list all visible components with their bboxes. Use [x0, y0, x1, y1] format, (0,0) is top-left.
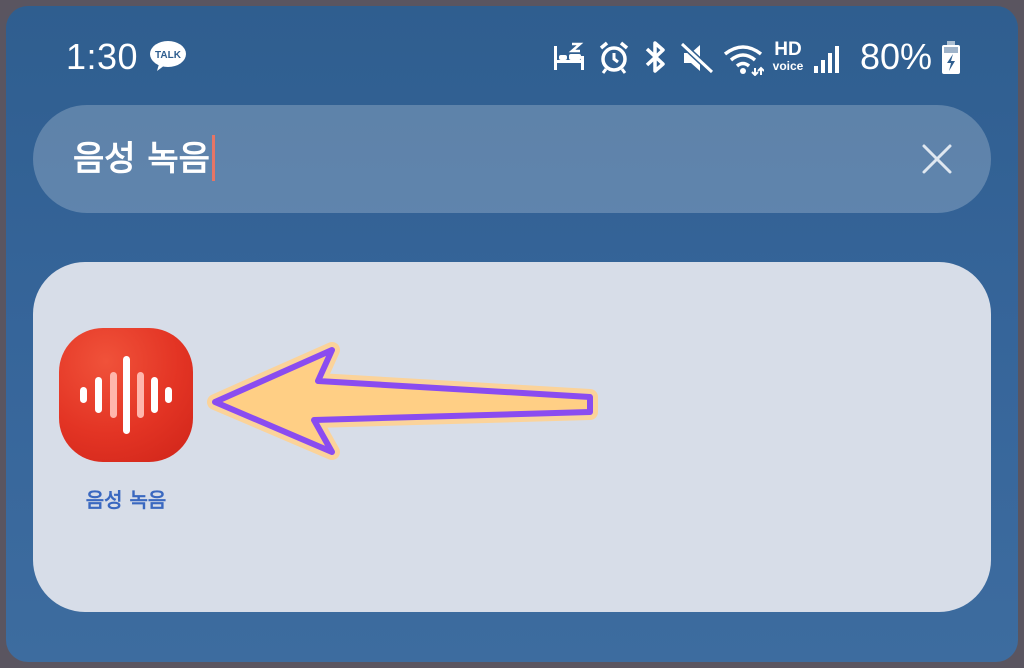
phone-screen: 1:30 TALK HD voice 80% 음성 녹음 음성 녹음 — [6, 6, 1018, 662]
bluetooth-icon — [645, 41, 665, 73]
voice-recorder-app-icon[interactable] — [59, 328, 193, 462]
battery-percentage: 80% — [859, 36, 932, 77]
hd-label: HD — [774, 39, 802, 60]
app-result-voice-recorder[interactable]: 음성 녹음 — [59, 328, 195, 513]
kakaotalk-icon: TALK — [150, 41, 186, 71]
signal-icon — [814, 46, 839, 73]
voice-label: voice — [772, 59, 804, 73]
close-icon[interactable] — [921, 143, 953, 175]
search-query: 음성 녹음 — [73, 139, 210, 179]
hd-voice-icon: HD voice — [770, 40, 806, 76]
status-time: 1:30 — [66, 36, 139, 77]
wifi-icon — [723, 45, 764, 76]
search-input[interactable]: 음성 녹음 — [73, 133, 215, 185]
sleep-mode-icon — [554, 42, 584, 70]
waveform-icon — [80, 356, 172, 434]
alarm-icon — [599, 41, 629, 74]
text-cursor — [211, 134, 215, 181]
app-label: 음성 녹음 — [85, 488, 167, 512]
search-results-card: 음성 녹음 — [33, 262, 991, 612]
talk-badge-text: TALK — [155, 50, 182, 61]
battery-charging-icon — [942, 41, 960, 74]
mute-icon — [680, 42, 714, 74]
search-bar[interactable]: 음성 녹음 — [33, 105, 991, 213]
